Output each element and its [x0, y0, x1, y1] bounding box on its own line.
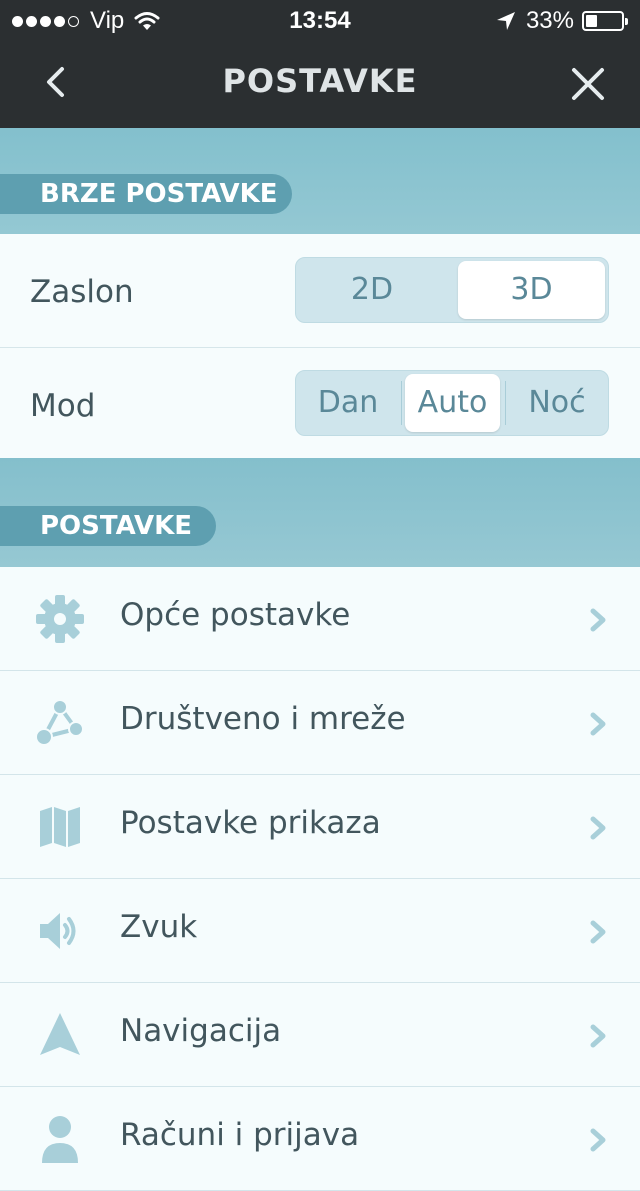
settings-item-label: Opće postavke — [120, 597, 351, 633]
chevron-right-icon — [590, 816, 606, 840]
mode-setting-label: Mod — [30, 388, 96, 424]
settings-item-sound[interactable]: Zvuk — [0, 879, 640, 983]
display-option-2d[interactable]: 2D — [296, 258, 448, 322]
status-bar: Vip 13:54 33% — [0, 0, 640, 40]
share-network-icon — [35, 699, 84, 746]
settings-item-general[interactable]: Opće postavke — [0, 567, 640, 671]
chevron-right-icon — [590, 1128, 606, 1152]
quick-settings-title: BRZE POSTAVKE — [0, 174, 292, 214]
segment-divider — [401, 381, 402, 425]
display-mode-segmented-control: 2D 3D — [295, 257, 609, 323]
settings-item-label: Postavke prikaza — [120, 805, 381, 841]
display-setting-label: Zaslon — [30, 274, 134, 310]
speaker-icon — [40, 913, 76, 949]
settings-item-label: Društveno i mreže — [120, 701, 406, 737]
chevron-right-icon — [590, 608, 606, 632]
settings-item-social[interactable]: Društveno i mreže — [0, 671, 640, 775]
settings-section-title: POSTAVKE — [0, 506, 216, 546]
display-setting-row: Zaslon 2D 3D — [0, 234, 640, 348]
map-icon — [40, 807, 80, 847]
settings-item-label: Zvuk — [120, 909, 198, 945]
settings-item-label: Navigacija — [120, 1013, 282, 1049]
settings-section-header: POSTAVKE — [0, 458, 640, 567]
settings-item-display[interactable]: Postavke prikaza — [0, 775, 640, 879]
settings-item-navigation[interactable]: Navigacija — [0, 983, 640, 1087]
settings-item-label: Računi i prijava — [120, 1117, 360, 1153]
quick-settings-header: BRZE POSTAVKE — [0, 128, 640, 234]
chevron-right-icon — [590, 712, 606, 736]
mode-option-night[interactable]: Noć — [506, 371, 608, 435]
navigation-bar: POSTAVKE — [0, 40, 640, 128]
user-icon — [42, 1116, 78, 1163]
close-icon[interactable] — [566, 62, 610, 106]
battery-percentage: 33% — [525, 7, 574, 34]
display-option-3d[interactable]: 3D — [458, 261, 605, 319]
status-right: 33% — [496, 7, 628, 35]
day-night-segmented-control: Dan Auto Noć — [295, 370, 609, 436]
page-title: POSTAVKE — [222, 62, 418, 100]
mode-setting-row: Mod Dan Auto Noć — [0, 348, 640, 460]
battery-icon — [582, 11, 628, 31]
chevron-right-icon — [590, 920, 606, 944]
navigation-arrow-icon — [40, 1013, 80, 1055]
mode-option-day[interactable]: Dan — [296, 371, 400, 435]
settings-item-accounts[interactable]: Računi i prijava — [0, 1087, 640, 1191]
chevron-right-icon — [590, 1024, 606, 1048]
mode-option-auto[interactable]: Auto — [405, 374, 500, 432]
location-arrow-icon — [496, 12, 515, 30]
gear-icon — [36, 595, 84, 643]
